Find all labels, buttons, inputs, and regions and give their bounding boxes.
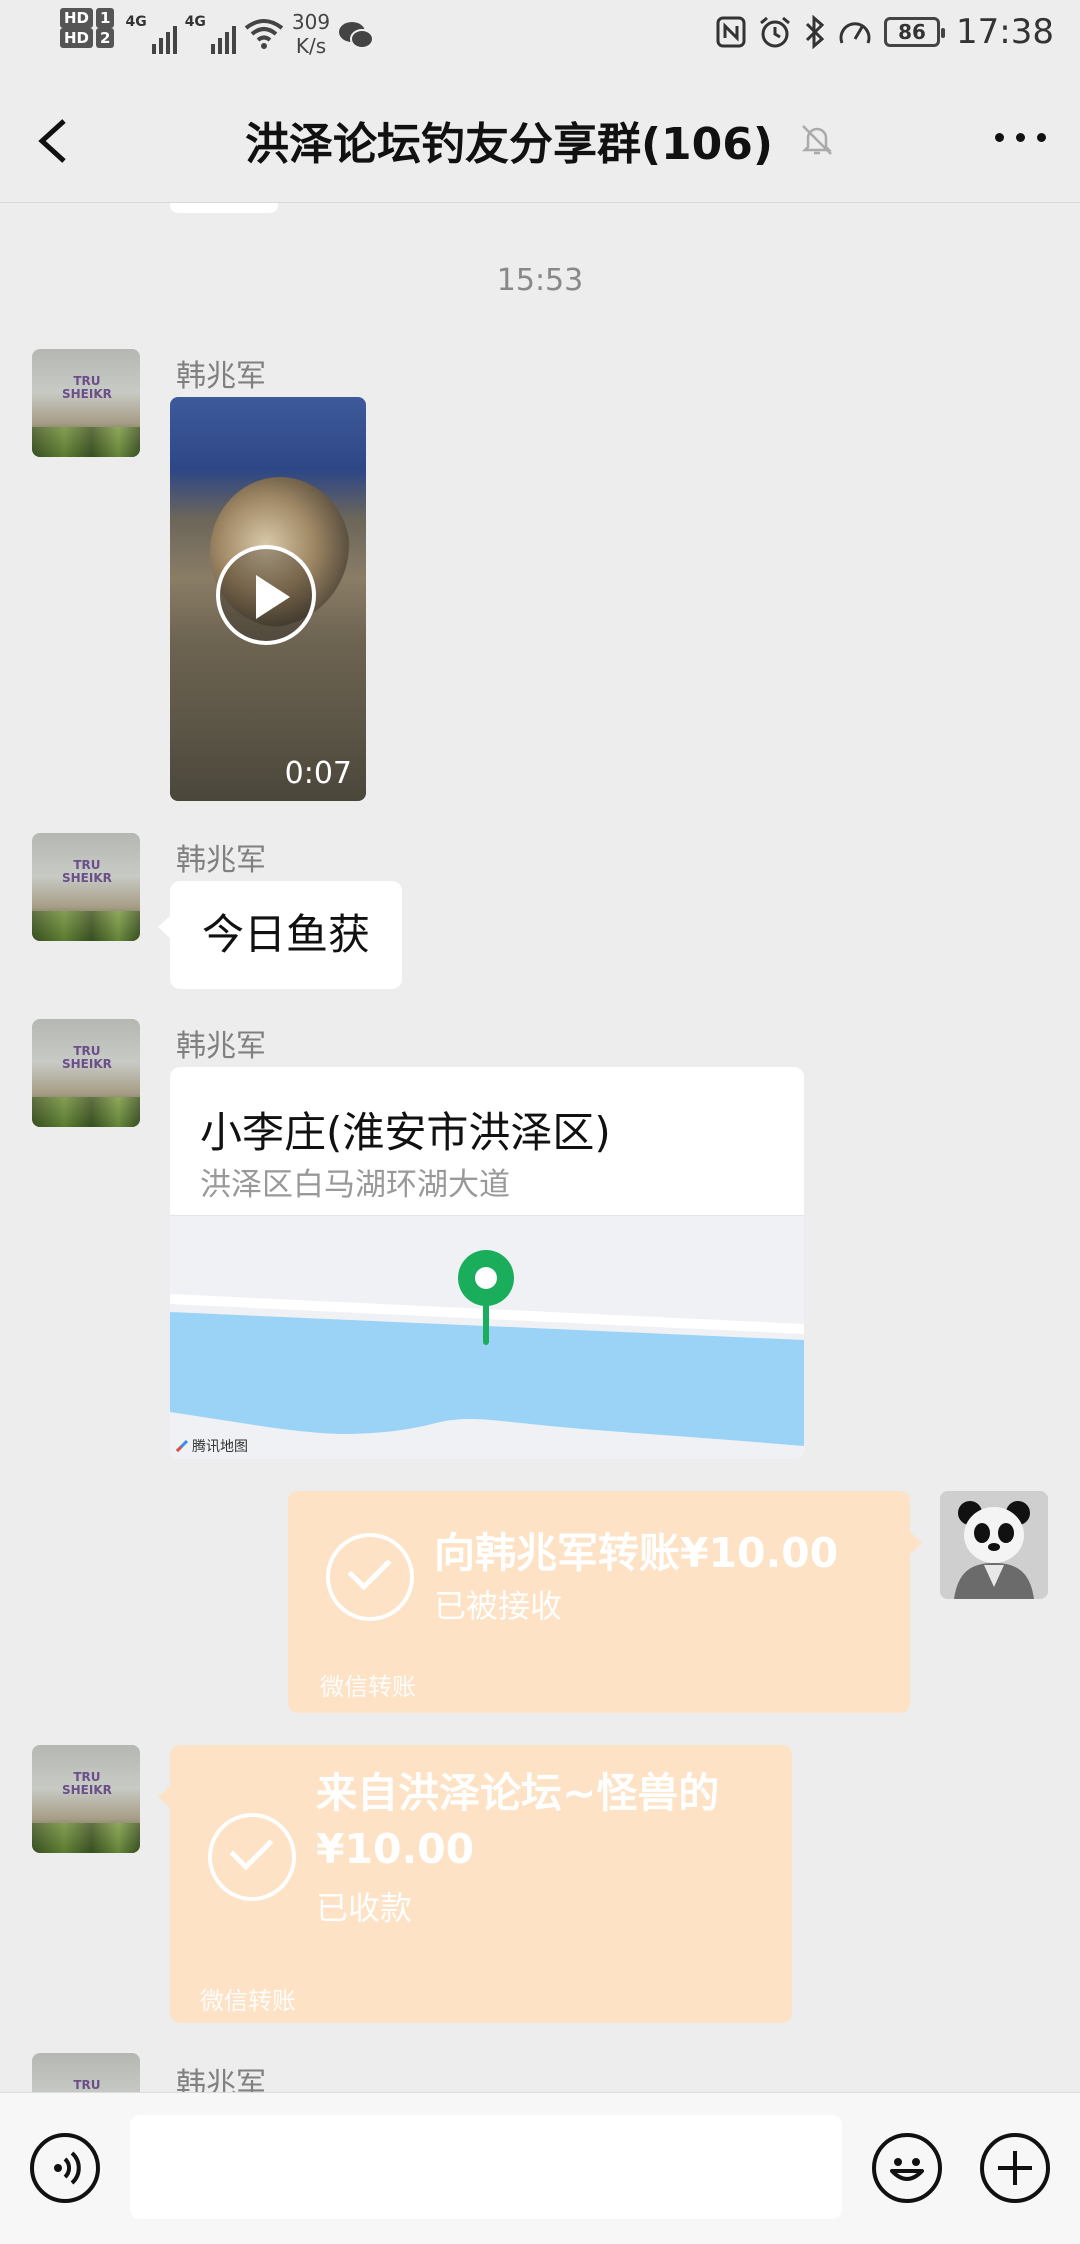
check-circle-icon (208, 1813, 296, 1901)
voice-icon (54, 2151, 81, 2185)
nfc-icon (716, 16, 746, 48)
emoji-icon (890, 2158, 924, 2181)
transfer-status: 已收款 (316, 1889, 413, 1927)
chat-title: 洪泽论坛钓友分享群(106) (244, 119, 774, 170)
network-speed: 309 K/s (292, 10, 330, 58)
bluetooth-icon (805, 15, 825, 49)
signal-2-icon: 4G (185, 14, 236, 54)
play-icon[interactable] (216, 545, 316, 645)
alarm-icon (760, 16, 790, 48)
avatar[interactable] (32, 833, 140, 941)
previous-message-bubble[interactable] (170, 203, 278, 213)
avatar[interactable] (32, 1745, 140, 1853)
text-message-bubble[interactable]: 今日鱼获 (157, 881, 403, 989)
more-options-button[interactable] (995, 133, 1046, 142)
transfer-footer: 微信转账 (200, 1987, 296, 2015)
speed-unit: K/s (295, 34, 327, 58)
sender-name: 韩兆军 (176, 843, 266, 878)
avatar[interactable] (32, 2053, 140, 2092)
hd-indicators: HD 1 HD 2 (60, 8, 117, 48)
location-title: 小李庄(淮安市洪泽区) (200, 1108, 611, 1157)
message-input[interactable] (130, 2115, 842, 2219)
transfer-amount: ¥10.00 (316, 1825, 475, 1873)
wifi-icon (244, 19, 284, 49)
chat-messages[interactable]: 15:53 韩兆军 0:07 韩兆军 今日鱼获 韩兆军 小李庄(淮安市洪泽区) … (0, 203, 1080, 2092)
video-duration: 0:07 (284, 756, 352, 791)
wechat-icon (339, 22, 375, 49)
input-bar (0, 2092, 1080, 2244)
speed-value: 309 (291, 10, 331, 34)
muted-bell-icon (802, 125, 833, 155)
incoming-transfer-card[interactable]: 来自洪泽论坛~怪兽的 ¥10.00 已收款 微信转账 (158, 1745, 792, 2023)
map-brand: 腾讯地图 (176, 1436, 248, 1456)
status-bar-right: 86 17:38 (716, 12, 1054, 52)
avatar[interactable] (32, 1019, 140, 1127)
message-text: 今日鱼获 (202, 910, 371, 959)
tencent-map-logo-icon (176, 1440, 188, 1452)
transfer-footer: 微信转账 (320, 1673, 416, 1701)
clock: 17:38 (956, 12, 1054, 52)
status-bar-left: HD 1 HD 2 4G 4G 309 K/s (60, 8, 375, 58)
emoji-button[interactable] (872, 2133, 942, 2203)
outgoing-transfer-card[interactable]: 向韩兆军转账¥10.00 已被接收 微信转账 (288, 1491, 922, 1713)
transfer-title-line1: 来自洪泽论坛~怪兽的 (316, 1769, 720, 1817)
my-avatar[interactable] (940, 1491, 1048, 1599)
map-preview[interactable]: 腾讯地图 (170, 1215, 804, 1459)
video-message[interactable]: 0:07 (170, 397, 366, 801)
transfer-title: 向韩兆军转账¥10.00 (434, 1529, 839, 1577)
hd2-badge: HD (60, 28, 94, 48)
more-functions-button[interactable] (980, 2133, 1050, 2203)
chat-title-container: 洪泽论坛钓友分享群(106) (0, 108, 1080, 172)
battery-level: 86 (898, 20, 926, 44)
sender-name: 韩兆军 (176, 1029, 266, 1064)
location-address: 洪泽区白马湖环湖大道 (200, 1167, 510, 1203)
panda-avatar-icon (940, 1491, 1048, 1599)
sender-name: 韩兆军 (176, 2067, 266, 2092)
hd1-num: 1 (96, 8, 115, 28)
map-graphic (170, 1250, 804, 1446)
timestamp: 15:53 (496, 263, 584, 298)
check-circle-icon (326, 1533, 414, 1621)
hd1-badge: HD (60, 8, 94, 28)
signal-1-icon: 4G (125, 14, 177, 54)
status-bar: HD 1 HD 2 4G 4G 309 K/s 86 17:38 (0, 0, 1080, 78)
map-brand-text: 腾讯地图 (192, 1439, 248, 1455)
hd2-num: 2 (96, 28, 115, 48)
network-type-2: 4G (184, 14, 206, 30)
voice-input-button[interactable] (30, 2133, 100, 2203)
network-type-1: 4G (125, 14, 147, 30)
avatar[interactable] (32, 349, 140, 457)
location-message[interactable]: 小李庄(淮安市洪泽区) 洪泽区白马湖环湖大道 腾讯地图 (170, 1067, 804, 1459)
chat-header: 洪泽论坛钓友分享群(106) (0, 78, 1080, 203)
battery-icon: 86 (884, 17, 946, 47)
sender-name: 韩兆军 (176, 359, 266, 394)
plus-icon (998, 2151, 1032, 2185)
transfer-status: 已被接收 (434, 1587, 563, 1625)
speedometer-icon (839, 22, 871, 44)
